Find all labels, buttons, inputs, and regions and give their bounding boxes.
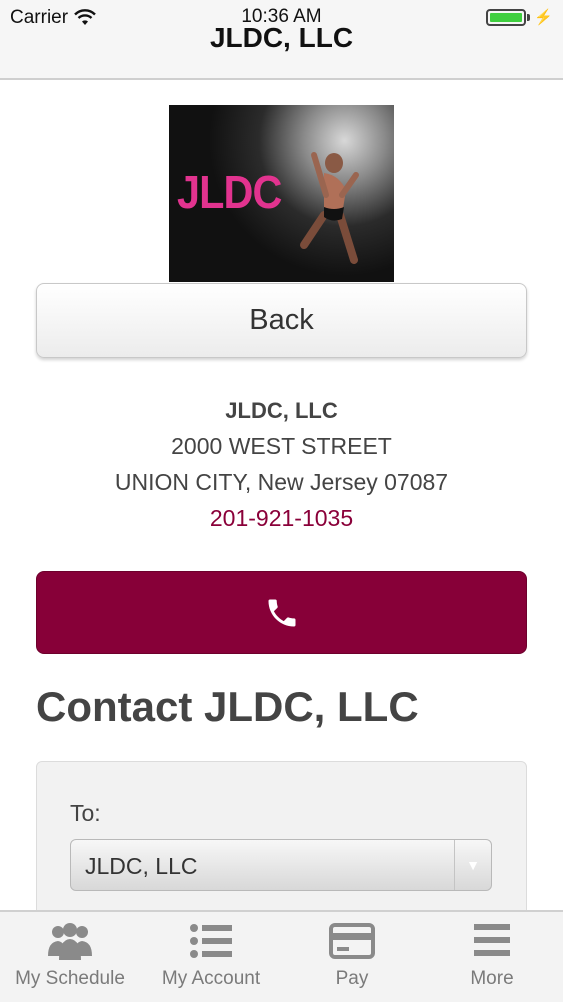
tab-my-account[interactable]: My Account: [141, 912, 281, 1002]
tab-pay[interactable]: Pay: [282, 912, 422, 1002]
people-icon: [48, 923, 92, 960]
tab-bar: My Schedule My Account Pay More: [0, 910, 563, 1002]
call-button[interactable]: [36, 571, 527, 654]
to-label: To:: [70, 800, 101, 826]
contact-heading: Contact JLDC, LLC: [36, 683, 419, 730]
business-phone-link[interactable]: 201-921-1035: [0, 505, 563, 532]
back-button[interactable]: Back: [36, 283, 527, 358]
business-street: 2000 WEST STREET: [171, 433, 392, 459]
tab-label: More: [470, 968, 514, 989]
card-icon: [329, 923, 375, 959]
back-button-label: Back: [249, 304, 314, 336]
phone-icon: [268, 599, 295, 626]
top-bar: Carrier 10:36 AM ⚡ JLDC, LLC: [0, 0, 563, 80]
to-select[interactable]: JLDC, LLC ▼: [70, 839, 492, 891]
dancer-figure: [300, 152, 359, 264]
tab-more[interactable]: More: [422, 912, 562, 1002]
tab-label: My Schedule: [15, 968, 125, 989]
menu-icon: [474, 924, 510, 956]
tab-label: My Account: [161, 968, 261, 989]
business-logo: JLDC: [169, 105, 394, 282]
page-title: JLDC, LLC: [209, 22, 354, 53]
tab-label: Pay: [335, 968, 369, 989]
chevron-down-icon: ▼: [454, 840, 491, 890]
tab-my-schedule[interactable]: My Schedule: [0, 912, 140, 1002]
logo-text: JLDC: [177, 166, 282, 218]
list-icon: [190, 924, 232, 958]
business-name: JLDC, LLC: [225, 398, 338, 423]
business-city: UNION CITY, New Jersey 07087: [114, 469, 449, 495]
to-select-value: JLDC, LLC: [85, 853, 198, 879]
